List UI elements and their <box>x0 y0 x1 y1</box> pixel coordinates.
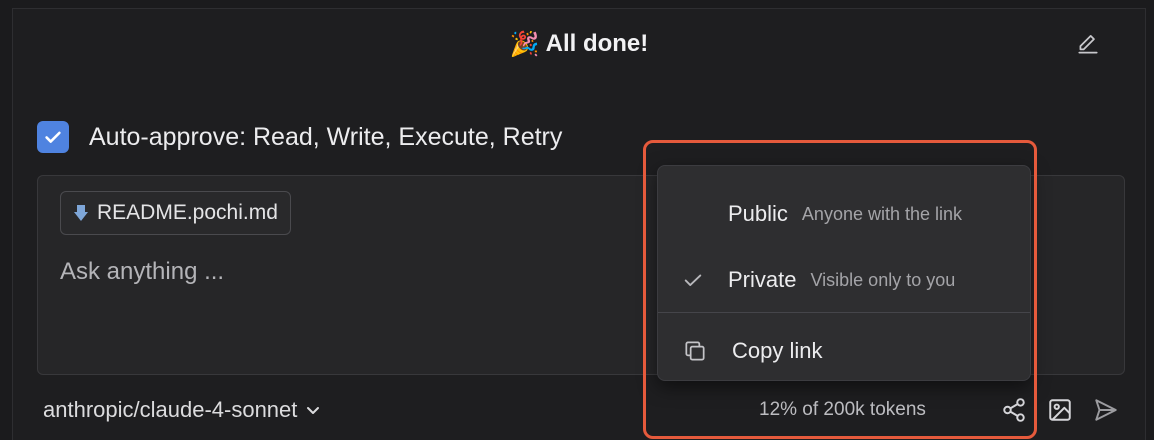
menu-item-private[interactable]: Private Visible only to you <box>658 252 1030 308</box>
page-title: 🎉 All done! <box>510 30 649 59</box>
title-text: All done! <box>545 30 649 57</box>
auto-approve-row: Auto-approve: Read, Write, Execute, Retr… <box>37 121 562 153</box>
check-icon <box>684 274 702 286</box>
header: 🎉 All done! <box>13 9 1145 79</box>
attachment-label: README.pochi.md <box>97 201 278 224</box>
auto-approve-label: Auto-approve: Read, Write, Execute, Retr… <box>89 122 563 151</box>
input-placeholder: Ask anything ... <box>60 258 225 285</box>
model-name: anthropic/claude-4-sonnet <box>43 397 298 422</box>
private-label: Private <box>728 267 797 292</box>
attachment-chip[interactable]: README.pochi.md <box>60 191 291 235</box>
share-icon[interactable] <box>1001 397 1027 423</box>
edit-icon[interactable] <box>1075 31 1101 57</box>
chevron-down-icon <box>307 407 320 414</box>
private-check-slot <box>658 269 728 291</box>
send-icon[interactable] <box>1093 397 1119 423</box>
share-menu: Public Anyone with the link Private Visi… <box>657 165 1031 381</box>
party-popper-icon: 🎉 <box>509 30 540 58</box>
copy-icon <box>685 341 705 361</box>
public-label: Public <box>728 201 788 226</box>
public-description: Anyone with the link <box>801 203 963 224</box>
private-description: Visible only to you <box>810 269 956 290</box>
menu-divider <box>658 312 1030 313</box>
copy-link-item[interactable]: Copy link <box>658 326 1030 376</box>
check-icon <box>45 131 61 143</box>
copy-link-label: Copy link <box>732 338 823 363</box>
model-selector[interactable]: anthropic/claude-4-sonnet <box>43 397 321 423</box>
chat-panel: 🎉 All done! Auto-approve: Read, Write, E… <box>12 8 1146 440</box>
token-usage: 12% of 200k tokens <box>759 399 926 420</box>
menu-item-public[interactable]: Public Anyone with the link <box>658 186 1030 242</box>
arrow-down-icon <box>74 205 88 221</box>
auto-approve-checkbox[interactable] <box>37 121 69 153</box>
image-icon[interactable] <box>1047 397 1073 423</box>
copy-icon-slot <box>658 338 732 364</box>
